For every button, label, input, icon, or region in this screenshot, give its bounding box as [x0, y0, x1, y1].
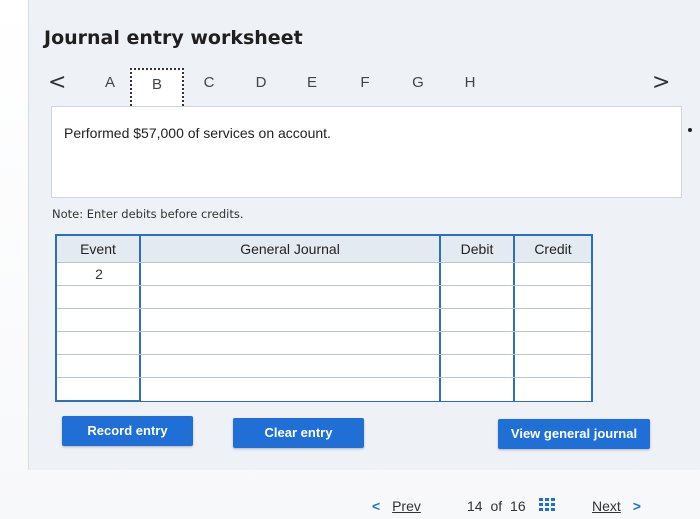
- event-cell: [57, 355, 141, 378]
- credit-field[interactable]: [515, 263, 591, 286]
- tab-e[interactable]: E: [302, 74, 322, 91]
- credit-field[interactable]: [515, 378, 591, 401]
- prev-page-link[interactable]: < Prev: [372, 498, 421, 514]
- tab-c[interactable]: C: [199, 74, 219, 91]
- tab-b[interactable]: B: [130, 68, 184, 110]
- table-row: [57, 354, 591, 378]
- column-header-debit: Debit: [441, 236, 515, 262]
- debit-field[interactable]: [441, 332, 515, 355]
- tab-a[interactable]: A: [100, 74, 120, 91]
- note-text: Note: Enter debits before credits.: [52, 207, 244, 221]
- account-field[interactable]: [139, 355, 441, 378]
- total-pages: 16: [510, 498, 526, 514]
- column-header-general-journal: General Journal: [141, 236, 441, 262]
- event-cell: [57, 309, 141, 332]
- transaction-prompt-box: Performed $57,000 of services on account…: [51, 106, 682, 198]
- journal-table: Event General Journal Debit Credit 2: [55, 234, 593, 402]
- debit-field[interactable]: [441, 286, 515, 309]
- table-row: [57, 377, 591, 401]
- tab-d[interactable]: D: [251, 74, 271, 91]
- credit-field[interactable]: [515, 355, 591, 378]
- account-field[interactable]: [139, 378, 441, 401]
- table-row: [57, 331, 591, 355]
- event-cell: 2: [95, 266, 103, 282]
- clear-entry-button[interactable]: Clear entry: [233, 418, 364, 448]
- debit-field[interactable]: [441, 263, 515, 286]
- tab-f[interactable]: F: [355, 74, 375, 91]
- transaction-prompt: Performed $57,000 of services on account…: [64, 125, 331, 141]
- tab-next-arrow-icon[interactable]: >: [652, 70, 670, 95]
- column-header-credit: Credit: [515, 236, 591, 262]
- chevron-left-icon: <: [372, 498, 381, 514]
- table-row: 2: [57, 262, 591, 286]
- page-title: Journal entry worksheet: [44, 27, 303, 49]
- grid-icon[interactable]: [539, 498, 557, 512]
- debit-field[interactable]: [441, 309, 515, 332]
- edge-mark: [688, 128, 692, 132]
- account-field[interactable]: [139, 332, 441, 355]
- next-label[interactable]: Next: [592, 498, 621, 514]
- account-field[interactable]: [139, 263, 441, 286]
- tab-h[interactable]: H: [460, 74, 480, 91]
- debit-field[interactable]: [441, 378, 515, 401]
- tab-prev-arrow-icon[interactable]: <: [48, 70, 66, 95]
- next-page-link[interactable]: Next >: [592, 498, 641, 514]
- table-row: [57, 308, 591, 332]
- table-row: [57, 285, 591, 309]
- page-indicator: 14 of 16: [467, 498, 526, 514]
- tab-g[interactable]: G: [408, 74, 428, 91]
- record-entry-button[interactable]: Record entry: [62, 416, 193, 446]
- event-cell: [57, 286, 141, 309]
- of-label: of: [490, 498, 503, 514]
- account-field[interactable]: [139, 309, 441, 332]
- view-general-journal-button[interactable]: View general journal: [498, 419, 650, 449]
- prev-label[interactable]: Prev: [392, 498, 421, 514]
- credit-field[interactable]: [515, 309, 591, 332]
- event-cell: [57, 378, 141, 401]
- current-page: 14: [467, 498, 483, 514]
- debit-field[interactable]: [441, 355, 515, 378]
- account-field[interactable]: [139, 286, 441, 309]
- credit-field[interactable]: [515, 332, 591, 355]
- credit-field[interactable]: [515, 286, 591, 309]
- chevron-right-icon: >: [632, 498, 641, 514]
- column-header-event: Event: [57, 236, 141, 262]
- event-cell: [57, 332, 141, 355]
